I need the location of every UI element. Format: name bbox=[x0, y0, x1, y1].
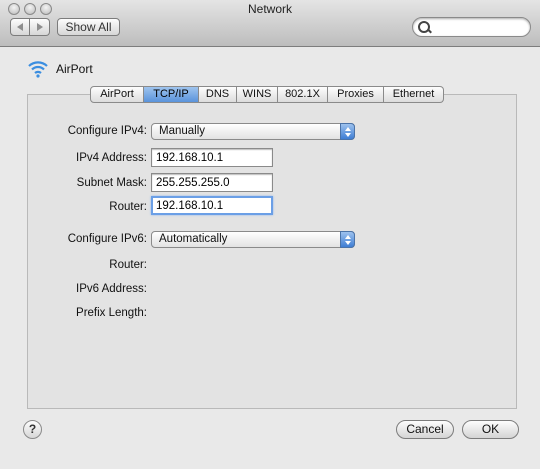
popup-arrows-icon bbox=[340, 231, 355, 248]
search-field[interactable] bbox=[412, 17, 531, 37]
tab-airport[interactable]: AirPort bbox=[90, 86, 144, 103]
help-button[interactable]: ? bbox=[23, 420, 42, 439]
title-bar: Network Show All bbox=[0, 0, 540, 47]
configure-ipv4-label: Configure IPv4: bbox=[67, 125, 147, 137]
ipv4-address-label: IPv4 Address: bbox=[76, 152, 147, 164]
configure-ipv6-label: Configure IPv6: bbox=[67, 233, 147, 245]
ipv4-address-field[interactable] bbox=[151, 148, 273, 167]
search-icon-handle bbox=[427, 28, 432, 34]
window-title: Network bbox=[247, 2, 292, 16]
router-label: Router: bbox=[109, 201, 147, 213]
tab-proxies[interactable]: Proxies bbox=[328, 86, 384, 103]
configure-ipv6-popup[interactable]: Automatically bbox=[151, 231, 355, 248]
forward-button[interactable] bbox=[30, 18, 50, 36]
back-arrow-icon bbox=[17, 23, 23, 31]
configure-ipv4-popup[interactable]: Manually bbox=[151, 123, 355, 140]
configure-ipv4-value: Manually bbox=[159, 125, 206, 137]
ok-button[interactable]: OK bbox=[462, 420, 519, 439]
configure-ipv6-value: Automatically bbox=[159, 233, 228, 245]
tab-ethernet[interactable]: Ethernet bbox=[384, 86, 444, 103]
wifi-icon bbox=[28, 61, 48, 78]
forward-arrow-icon bbox=[37, 23, 43, 31]
tab-bar: AirPort TCP/IP DNS WINS 802.1X Proxies E… bbox=[90, 86, 444, 103]
popup-arrows-icon bbox=[340, 123, 355, 140]
interface-name: AirPort bbox=[56, 62, 93, 76]
cancel-button[interactable]: Cancel bbox=[396, 420, 454, 439]
search-input[interactable] bbox=[435, 20, 529, 36]
ipv6-router-label: Router: bbox=[109, 259, 147, 271]
network-preferences-window: Network Show All AirPort AirPort TCP/IP … bbox=[0, 0, 540, 469]
tab-tcp-ip[interactable]: TCP/IP bbox=[144, 86, 199, 103]
tab-dns[interactable]: DNS bbox=[199, 86, 237, 103]
tab-802-1x[interactable]: 802.1X bbox=[278, 86, 328, 103]
subnet-mask-field[interactable] bbox=[151, 173, 273, 192]
back-button[interactable] bbox=[10, 18, 30, 36]
tab-wins[interactable]: WINS bbox=[237, 86, 278, 103]
router-field[interactable] bbox=[151, 196, 273, 215]
subnet-mask-label: Subnet Mask: bbox=[76, 177, 147, 189]
prefix-length-label: Prefix Length: bbox=[76, 307, 147, 319]
show-all-button[interactable]: Show All bbox=[57, 18, 120, 36]
ipv6-address-label: IPv6 Address: bbox=[76, 283, 147, 295]
settings-panel bbox=[27, 94, 517, 409]
